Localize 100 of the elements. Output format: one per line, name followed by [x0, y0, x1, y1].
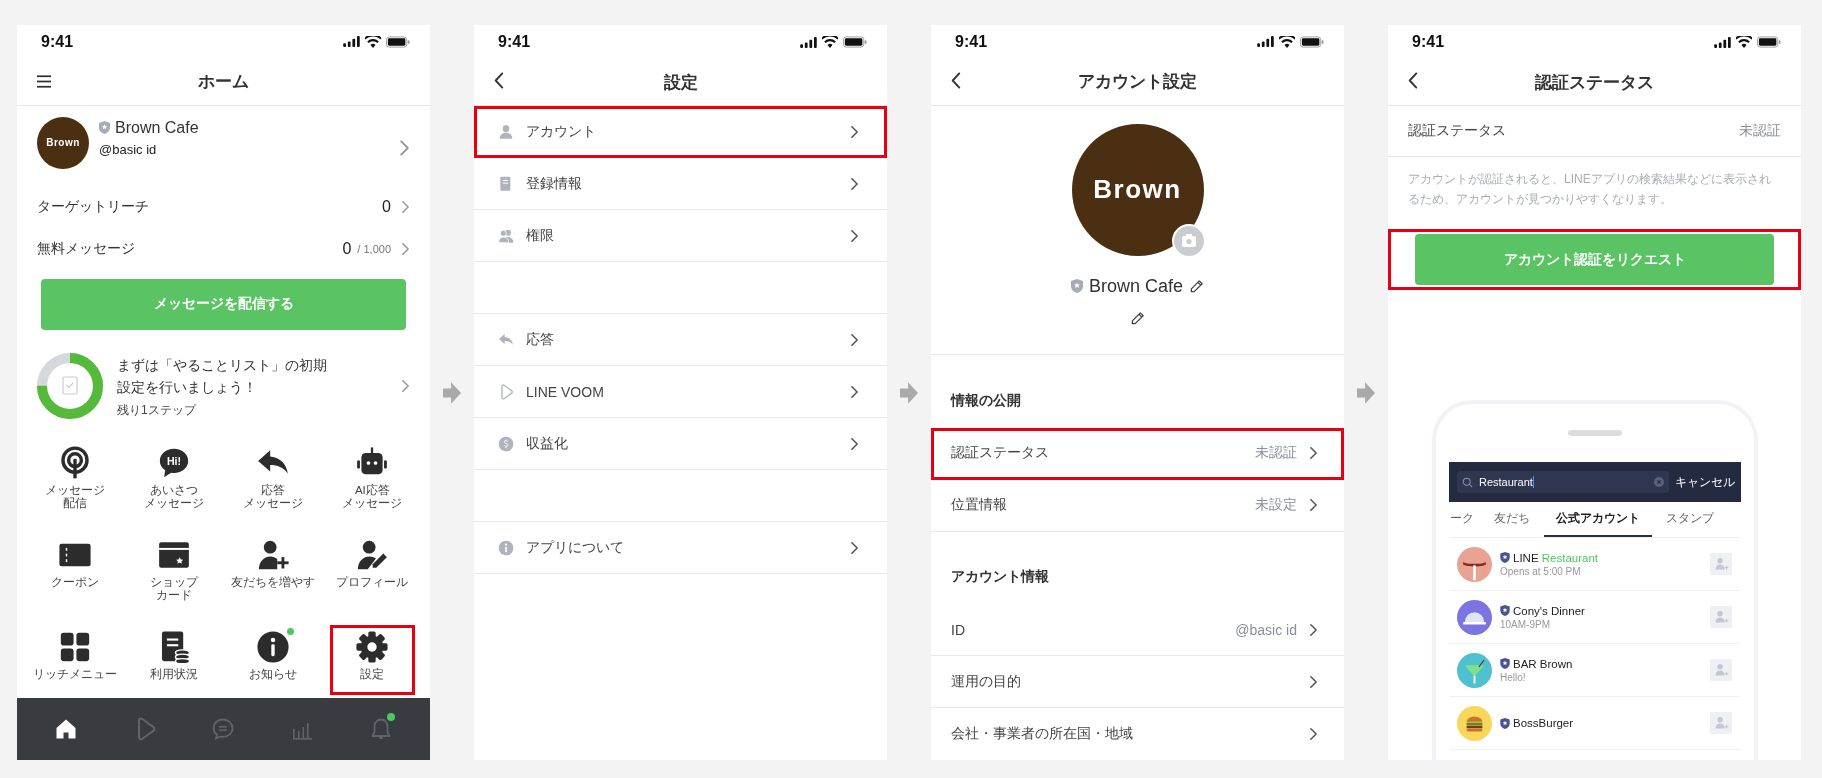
settings-item[interactable]: 収益化	[474, 418, 887, 470]
play-icon	[498, 383, 514, 400]
settings-item[interactable]: 位置情報 未設定	[931, 479, 1344, 532]
screen-title: 認証ステータス	[1535, 71, 1654, 94]
shortcut-item[interactable]: リッチメニュー	[25, 624, 125, 699]
back-icon[interactable]	[1408, 72, 1418, 89]
settings-item[interactable]: 認証ステータス 未認証	[931, 427, 1344, 480]
wifi-icon	[1736, 36, 1752, 48]
shortcut-item[interactable]: 友だちを増やす	[223, 532, 323, 625]
chevron-right-icon	[850, 176, 859, 191]
settings-icon	[355, 630, 390, 665]
stat-label: ターゲットリーチ	[37, 198, 149, 217]
status-label: 認証ステータス	[1408, 122, 1506, 140]
chevron-right-icon	[1309, 727, 1318, 742]
item-label: 認証ステータス	[951, 444, 1049, 463]
chevron-right-icon	[1309, 622, 1318, 637]
shortcut-item[interactable]: ショップ カード	[124, 532, 224, 625]
item-value: 未設定	[1255, 496, 1297, 515]
chevron-right-icon	[401, 379, 410, 394]
item-label: 運用の目的	[951, 672, 1021, 691]
wifi-icon	[822, 36, 838, 48]
shortcut-item[interactable]: AI応答 メッセージ	[322, 440, 422, 533]
chevron-right-icon	[1309, 498, 1318, 513]
cancel-link[interactable]: キャンセル	[1675, 473, 1735, 491]
section-title: アカウント情報	[951, 568, 1049, 587]
chevron-right-icon	[850, 124, 859, 139]
search-field[interactable]: Restaurant	[1457, 471, 1669, 493]
shortcut-item[interactable]: 設定	[328, 624, 416, 697]
tab[interactable]: スタンプ	[1660, 502, 1720, 537]
avatar: Brown	[37, 116, 89, 169]
arrow-icon	[443, 381, 461, 404]
description-text: アカウントが認証されると、LINEアプリの検索結果などに表示されるため、アカウントが見つかりやすくなります。	[1407, 171, 1772, 208]
info-icon	[256, 630, 291, 665]
signal-icon	[1714, 36, 1731, 48]
item-label: ID	[951, 621, 965, 638]
result-name: LINE Restaurant	[1513, 551, 1599, 564]
tab[interactable]: ーク	[1450, 502, 1480, 537]
battery-icon	[1757, 36, 1781, 48]
signal-icon	[1257, 36, 1274, 48]
arrow-icon	[900, 381, 918, 404]
todo-message: まずは「やることリスト」の初期 設定を行いましょう！	[117, 355, 327, 397]
back-icon[interactable]	[951, 71, 961, 89]
item-value: @basic id	[1235, 621, 1297, 638]
chevron-right-icon	[1309, 674, 1318, 689]
shortcut-item[interactable]: プロフィール	[322, 532, 422, 625]
status-time: 9:41	[41, 32, 74, 51]
shield-icon	[1500, 605, 1510, 616]
shortcut-item[interactable]: 応答 メッセージ	[223, 440, 323, 533]
result-name: BAR Brown	[1513, 657, 1573, 670]
result-name: Cony's Dinner	[1513, 604, 1585, 617]
account-name: Brown Cafe	[1088, 275, 1183, 297]
tab[interactable]: 公式アカウント	[1544, 502, 1652, 537]
coin-icon	[498, 435, 514, 452]
wifi-icon	[365, 35, 381, 48]
result-subtitle: Hello!	[1500, 671, 1527, 683]
shortcut-item[interactable]: 利用状況	[124, 624, 224, 699]
stat-limit: / 1,000	[357, 243, 391, 255]
progress-ring	[37, 353, 103, 420]
battery-icon	[386, 35, 410, 48]
shortcut-item[interactable]: お知らせ	[223, 624, 323, 699]
item-label: 会社・事業者の所在国・地域	[951, 725, 1133, 744]
item-label: 位置情報	[951, 496, 1007, 515]
status-time: 9:41	[1412, 33, 1445, 51]
settings-item[interactable]: LINE VOOM	[474, 366, 887, 418]
settings-item[interactable]: ID @basic id	[931, 604, 1344, 657]
screen-title: アカウント設定	[1078, 71, 1197, 94]
settings-item[interactable]: アプリについて	[474, 522, 887, 574]
chevron-right-icon	[850, 436, 859, 451]
shortcut-item[interactable]: Hi! あいさつ メッセージ	[124, 440, 224, 533]
shortcut-item[interactable]: クーポン	[25, 532, 125, 625]
result-subtitle: 10AM-9PM	[1500, 618, 1551, 630]
avatar: Brown	[1071, 123, 1204, 256]
status-time: 9:41	[955, 32, 988, 51]
basic-id: @basic id	[99, 141, 158, 157]
chevron-right-icon	[850, 332, 859, 347]
back-icon[interactable]	[494, 72, 504, 89]
camera-icon[interactable]	[1171, 223, 1206, 258]
settings-item[interactable]: 会社・事業者の所在国・地域	[931, 708, 1344, 760]
settings-item[interactable]: 権限	[474, 210, 887, 262]
shortcut-item[interactable]: メッセージ 配信	[25, 440, 125, 533]
chevron-right-icon	[850, 540, 859, 555]
shield-icon	[1500, 552, 1510, 563]
settings-item[interactable]: 登録情報	[474, 158, 887, 210]
settings-item[interactable]: アカウント	[474, 106, 887, 158]
wifi-icon	[1279, 35, 1295, 48]
battery-icon	[1300, 35, 1324, 48]
settings-item[interactable]: 応答	[474, 314, 887, 366]
item-value: 未認証	[1255, 444, 1297, 463]
pencil-icon[interactable]	[1130, 310, 1145, 326]
battery-icon	[843, 36, 867, 48]
status-time: 9:41	[498, 33, 531, 51]
status-value: 未認証	[1739, 122, 1781, 140]
menu-icon[interactable]	[37, 74, 51, 88]
tab[interactable]: 友だち	[1488, 502, 1536, 537]
signal-icon	[343, 36, 360, 48]
pencil-icon[interactable]	[1189, 278, 1204, 294]
screen-title: ホーム	[198, 71, 249, 94]
people-icon	[498, 227, 514, 244]
chevron-right-icon	[1309, 446, 1318, 461]
settings-item[interactable]: 運用の目的	[931, 656, 1344, 709]
